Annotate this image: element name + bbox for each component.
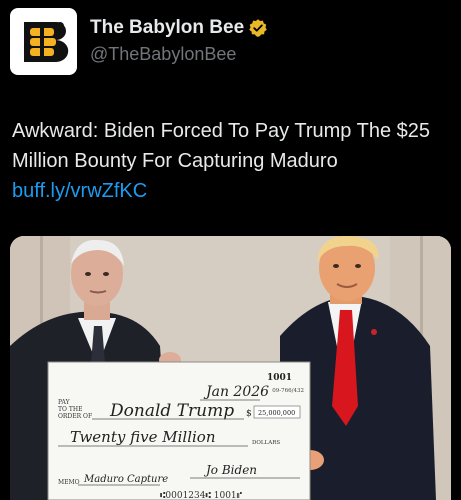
check-number: 1001 — [267, 373, 292, 383]
verified-badge-icon[interactable] — [248, 18, 268, 38]
check-written-amount: Twenty five Million — [70, 428, 215, 446]
check-pay-label-1: PAY — [58, 399, 71, 406]
tweet-text: Awkward: Biden Forced To Pay Trump The $… — [12, 116, 452, 206]
check-amount-symbol: $ — [246, 409, 252, 419]
tweet-image[interactable]: 1001 09-766/432 Jan 2026 PAY TO THE ORDE… — [10, 236, 451, 500]
avatar[interactable] — [10, 8, 77, 75]
photo-illustration: 1001 09-766/432 Jan 2026 PAY TO THE ORDE… — [10, 236, 451, 500]
check-pay-label-3: ORDER OF — [58, 413, 92, 420]
check-memo-label: MEMO — [58, 479, 80, 486]
name-row: The Babylon Bee — [90, 17, 268, 39]
tweet-header: The Babylon Bee @TheBabylonBee — [10, 8, 450, 78]
tweet-body: Awkward: Biden Forced To Pay Trump The $… — [12, 120, 430, 172]
giant-check: 1001 09-766/432 Jan 2026 PAY TO THE ORDE… — [47, 361, 311, 500]
check-date: Jan 2026 — [203, 384, 269, 400]
check-pay-label-2: TO THE — [58, 406, 82, 413]
babylon-bee-logo-icon — [23, 21, 68, 62]
check-memo: Maduro Capture — [83, 474, 168, 485]
check-dollars-label: DOLLARS — [252, 440, 280, 446]
tweet-link[interactable]: buff.ly/vrwZfKC — [12, 180, 147, 202]
display-name[interactable]: The Babylon Bee — [90, 17, 244, 39]
check-micr-line: ⑆0001234⑆ 1001⑈ — [160, 491, 243, 500]
check-payee: Donald Trump — [109, 401, 234, 421]
account-identity: The Babylon Bee @TheBabylonBee — [90, 17, 268, 78]
check-amount: 25,000,000 — [258, 409, 295, 417]
account-handle[interactable]: @TheBabylonBee — [90, 44, 268, 65]
check-routing: 09-766/432 — [272, 388, 304, 394]
check-signature: Jo Biden — [203, 463, 257, 477]
